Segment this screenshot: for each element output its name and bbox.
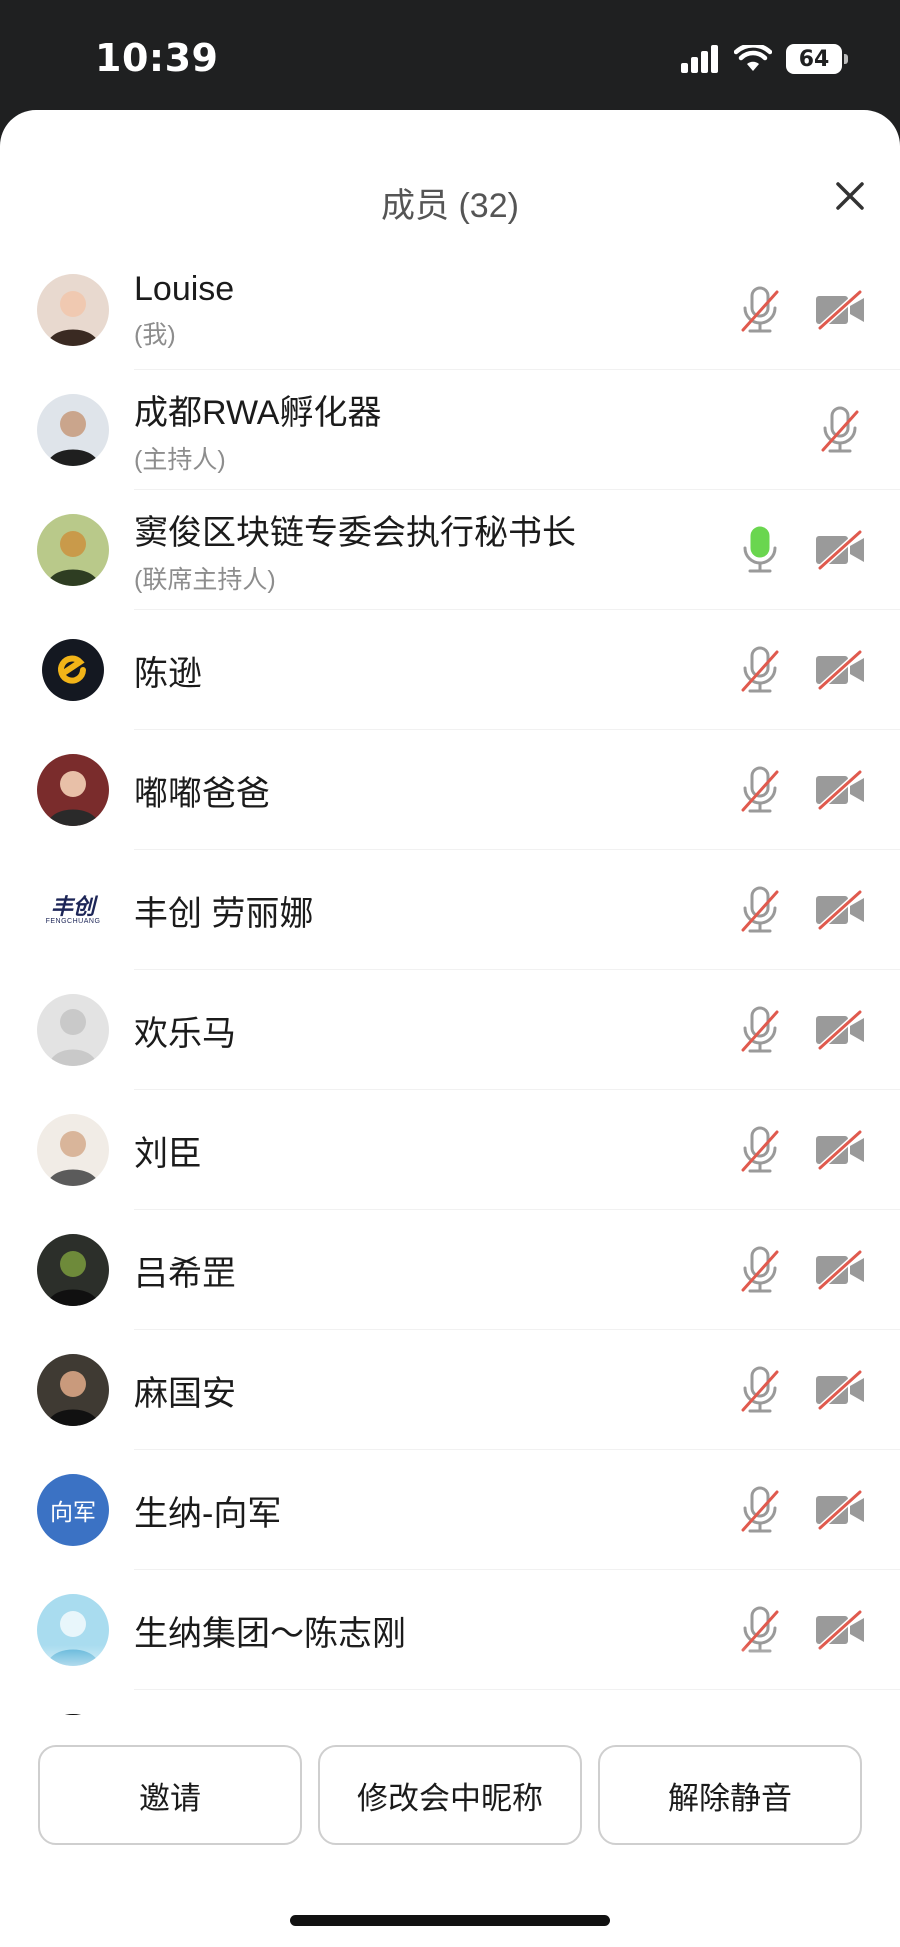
camera-off-icon[interactable] bbox=[814, 769, 866, 811]
home-indicator bbox=[290, 1915, 610, 1926]
invite-button[interactable]: 邀请 bbox=[38, 1745, 302, 1845]
camera-off-icon[interactable] bbox=[814, 1129, 866, 1171]
member-info: Louise (我) bbox=[134, 250, 710, 370]
wifi-icon bbox=[734, 45, 772, 71]
member-row[interactable]: 窦俊区块链专委会执行秘书长 (联席主持人) bbox=[0, 490, 900, 610]
member-name: 麻国安 bbox=[134, 1374, 236, 1413]
camera-off-icon[interactable] bbox=[814, 1489, 866, 1531]
avatar bbox=[37, 994, 109, 1066]
list-fade bbox=[0, 1645, 900, 1685]
member-info: 嘟嘟爸爸 bbox=[134, 730, 710, 850]
battery-indicator: 64 bbox=[786, 44, 848, 74]
mic-muted-icon[interactable] bbox=[735, 1004, 785, 1056]
rename-button[interactable]: 修改会中昵称 bbox=[318, 1745, 582, 1845]
avatar bbox=[37, 1234, 109, 1306]
avatar-logo-text: 丰创 bbox=[50, 893, 95, 919]
member-row[interactable]: 成都RWA孵化器 (主持人) bbox=[0, 370, 900, 490]
member-row[interactable]: 吕希罡 bbox=[0, 1210, 900, 1330]
member-row[interactable]: 向军 生纳-向军 bbox=[0, 1450, 900, 1570]
avatar: 丰创 FENGCHUANG bbox=[37, 874, 109, 946]
camera-off-icon[interactable] bbox=[814, 1609, 866, 1651]
mic-muted-icon[interactable] bbox=[815, 404, 865, 456]
member-role: (联席主持人) bbox=[134, 565, 276, 594]
status-icons: 64 bbox=[680, 44, 848, 74]
avatar bbox=[37, 1114, 109, 1186]
unmute-button[interactable]: 解除静音 bbox=[598, 1745, 862, 1845]
action-bar: 邀请 修改会中昵称 解除静音 bbox=[0, 1715, 900, 1845]
mic-muted-icon[interactable] bbox=[735, 644, 785, 696]
member-name: 欢乐马 bbox=[134, 1014, 236, 1053]
member-row[interactable]: Louise (我) bbox=[0, 250, 900, 370]
status-time: 10:39 bbox=[95, 36, 219, 80]
avatar bbox=[37, 1354, 109, 1426]
mic-muted-icon[interactable] bbox=[735, 1244, 785, 1296]
avatar bbox=[37, 754, 109, 826]
member-info: 成都RWA孵化器 (主持人) bbox=[134, 370, 710, 490]
member-row[interactable]: 欢乐马 bbox=[0, 970, 900, 1090]
close-icon bbox=[836, 182, 864, 210]
avatar bbox=[37, 274, 109, 346]
member-name: Louise bbox=[134, 269, 235, 308]
member-name: 成都RWA孵化器 bbox=[134, 393, 382, 432]
members-sheet: 成员 (32) Louise (我) 成都RWA孵化器 (主持人) 窦俊区块链专委会执行… bbox=[0, 110, 900, 1947]
member-name: 嘟嘟爸爸 bbox=[134, 774, 270, 813]
mic-muted-icon[interactable] bbox=[735, 884, 785, 936]
mic-muted-icon[interactable] bbox=[735, 284, 785, 336]
member-role: (我) bbox=[134, 320, 176, 349]
camera-off-icon[interactable] bbox=[814, 1009, 866, 1051]
member-name: 陈逊 bbox=[134, 654, 202, 693]
avatar-text: 向军 bbox=[50, 1499, 96, 1525]
member-name: 窦俊区块链专委会执行秘书长 bbox=[134, 513, 576, 552]
camera-off-icon[interactable] bbox=[814, 649, 866, 691]
status-bar: 10:39 64 bbox=[0, 0, 900, 110]
member-name: 吕希罡 bbox=[134, 1254, 236, 1293]
avatar bbox=[37, 394, 109, 466]
close-button[interactable] bbox=[828, 174, 872, 218]
member-info: 刘臣 bbox=[134, 1090, 710, 1210]
camera-off-icon[interactable] bbox=[814, 889, 866, 931]
member-name: 丰创 劳丽娜 bbox=[134, 894, 314, 933]
member-info: 欢乐马 bbox=[134, 970, 710, 1090]
member-name: 刘臣 bbox=[134, 1134, 202, 1173]
member-row[interactable]: 陈逊 bbox=[0, 610, 900, 730]
member-info: 丰创 劳丽娜 bbox=[134, 850, 710, 970]
camera-off-icon[interactable] bbox=[814, 1249, 866, 1291]
member-list[interactable]: Louise (我) 成都RWA孵化器 (主持人) 窦俊区块链专委会执行秘书长 (联席主持… bbox=[0, 250, 900, 1825]
avatar: 向军 bbox=[37, 1474, 109, 1546]
member-row[interactable]: 麻国安 bbox=[0, 1330, 900, 1450]
member-info: 窦俊区块链专委会执行秘书长 (联席主持人) bbox=[134, 490, 710, 610]
mic-muted-icon[interactable] bbox=[735, 1484, 785, 1536]
signal-icon bbox=[681, 45, 718, 73]
member-info: 吕希罡 bbox=[134, 1210, 710, 1330]
mic-muted-icon[interactable] bbox=[735, 1364, 785, 1416]
member-info: 生纳-向军 bbox=[134, 1450, 710, 1570]
camera-off-icon[interactable] bbox=[814, 289, 866, 331]
member-row[interactable]: 嘟嘟爸爸 bbox=[0, 730, 900, 850]
member-role: (主持人) bbox=[134, 445, 226, 474]
mic-muted-icon[interactable] bbox=[735, 764, 785, 816]
camera-off-icon[interactable] bbox=[814, 1369, 866, 1411]
member-row[interactable]: 刘臣 bbox=[0, 1090, 900, 1210]
member-info: 麻国安 bbox=[134, 1330, 710, 1450]
sheet-title: 成员 (32) bbox=[381, 187, 519, 225]
avatar bbox=[37, 634, 109, 706]
member-row[interactable]: 丰创 FENGCHUANG 丰创 劳丽娜 bbox=[0, 850, 900, 970]
camera-off-icon[interactable] bbox=[814, 529, 866, 571]
mic-muted-icon[interactable] bbox=[735, 1124, 785, 1176]
member-info: 陈逊 bbox=[134, 610, 710, 730]
mic-active-icon[interactable] bbox=[735, 524, 785, 576]
avatar bbox=[37, 514, 109, 586]
avatar-logo-subtext: FENGCHUANG bbox=[45, 917, 101, 925]
member-name: 生纳-向军 bbox=[134, 1494, 282, 1533]
